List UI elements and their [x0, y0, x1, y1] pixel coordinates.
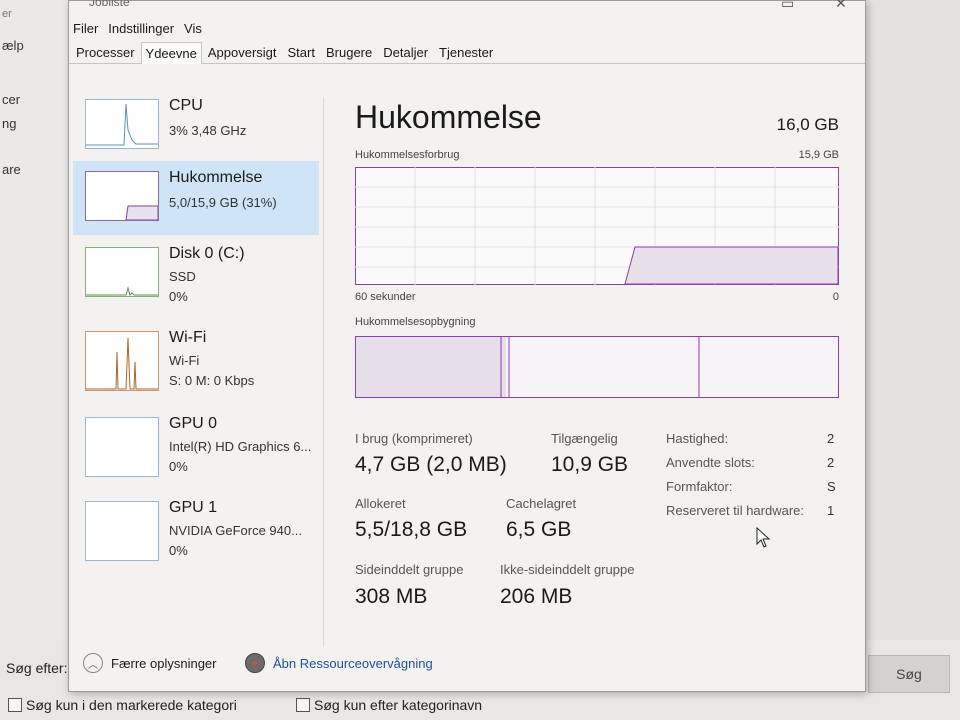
sidebar-item-detail: Wi-Fi	[169, 353, 200, 368]
sidebar-divider	[323, 97, 324, 647]
committed-value: 5,5/18,8 GB	[355, 518, 468, 541]
tab-bar: Processer Ydeevne Appoversigt Start Brug…	[69, 39, 865, 64]
checkbox-label: Søg kun i den markerede kategori	[26, 697, 237, 713]
bg-text-1: er	[2, 8, 12, 20]
checkbox-category-name[interactable]: Søg kun efter kategorinavn	[296, 697, 482, 713]
background-left-panel: er ælp cer ng are	[0, 0, 68, 720]
in-use-value: 4,7 GB (2,0 MB)	[355, 453, 507, 476]
bg-text-2: ælp	[2, 38, 24, 53]
sidebar-item-wifi[interactable]: Wi-Fi Wi-Fi S: 0 M: 0 Kbps	[73, 321, 319, 395]
task-manager-window: Jobliste ▭ ✕ Filer Indstillinger Vis Pro…	[68, 0, 866, 692]
paged-pool-value: 308 MB	[355, 585, 428, 608]
checkbox-marked-category[interactable]: Søg kun i den markerede kategori	[8, 697, 237, 713]
spec-reserved-value: 1	[827, 503, 835, 518]
spec-form-factor-value: S	[827, 479, 836, 494]
search-button[interactable]: Søg	[868, 655, 950, 693]
memory-thumbnail-graph	[85, 171, 159, 221]
close-icon[interactable]: ✕	[835, 0, 847, 12]
paged-pool-label: Sideinddelt gruppe	[355, 562, 464, 577]
sidebar-item-label: CPU	[169, 97, 203, 114]
cpu-thumbnail-graph	[85, 99, 159, 149]
title-bar: Jobliste ▭ ✕	[69, 0, 865, 17]
committed-label: Allokeret	[355, 496, 406, 511]
spec-slots-value: 2	[827, 455, 835, 470]
in-use-label: I brug (komprimeret)	[355, 431, 473, 446]
sidebar-item-cpu[interactable]: CPU 3% 3,48 GHz	[73, 89, 319, 163]
available-value: 10,9 GB	[551, 453, 629, 476]
fewer-details-label: Færre oplysninger	[111, 655, 217, 671]
window-footer: ︿ Færre oplysninger ● Åbn Ressourceoverv…	[69, 651, 865, 685]
sidebar-item-detail: SSD	[169, 269, 196, 284]
tab-details[interactable]: Detaljer	[378, 41, 433, 63]
nonpaged-pool-label: Ikke-sideinddelt gruppe	[500, 562, 635, 577]
spec-form-factor-label: Formfaktor:	[666, 479, 733, 494]
checkbox-box[interactable]	[8, 698, 22, 712]
spec-speed-label: Hastighed:	[666, 431, 729, 446]
sidebar-item-label: Wi-Fi	[169, 329, 207, 346]
fewer-details-button[interactable]: ︿ Færre oplysninger	[83, 653, 217, 673]
sidebar-item-detail: 3% 3,48 GHz	[169, 123, 247, 138]
gpu0-thumbnail-graph	[85, 417, 159, 477]
chevron-up-icon: ︿	[83, 653, 103, 673]
cached-label: Cachelagret	[506, 496, 577, 511]
search-label: Søg efter:	[6, 660, 68, 676]
composition-label: Hukommelsesopbygning	[355, 316, 476, 328]
sidebar-item-label: GPU 1	[169, 499, 218, 516]
tab-services[interactable]: Tjenester	[434, 41, 498, 63]
menu-settings[interactable]: Indstillinger	[108, 21, 174, 36]
cached-value: 6,5 GB	[506, 518, 572, 541]
nonpaged-pool-value: 206 MB	[500, 585, 573, 608]
sidebar-item-detail: Intel(R) HD Graphics 6...	[169, 439, 312, 454]
tab-app-history[interactable]: Appoversigt	[203, 41, 282, 63]
page-title: Hukommelse	[355, 99, 542, 135]
tab-performance[interactable]: Ydeevne	[140, 42, 202, 64]
bg-text-5: are	[2, 162, 21, 177]
total-memory: 16,0 GB	[776, 115, 839, 134]
time-axis-left: 60 sekunder	[355, 291, 416, 303]
bg-text-3: cer	[2, 92, 21, 107]
usage-graph-max: 15,9 GB	[798, 149, 839, 161]
wifi-thumbnail-graph	[85, 331, 159, 391]
menu-bar: Filer Indstillinger Vis	[69, 17, 865, 39]
memory-usage-graph	[355, 167, 839, 285]
checkbox-label: Søg kun efter kategorinavn	[314, 697, 483, 713]
sidebar-item-gpu0[interactable]: GPU 0 Intel(R) HD Graphics 6... 0%	[73, 407, 319, 481]
sidebar-item-memory[interactable]: Hukommelse 5,0/15,9 GB (31%)	[73, 161, 319, 235]
sidebar-item-label: Disk 0 (C:)	[169, 245, 245, 262]
sidebar-item-throughput: S: 0 M: 0 Kbps	[169, 373, 255, 388]
resource-monitor-link[interactable]: ● Åbn Ressourceovervågning	[245, 653, 433, 673]
disk-thumbnail-graph	[85, 247, 159, 297]
mouse-cursor-icon	[756, 527, 771, 548]
checkbox-box[interactable]	[296, 698, 310, 712]
sidebar-item-label: Hukommelse	[169, 169, 263, 186]
bg-text-4: ng	[2, 116, 17, 131]
spec-reserved-label: Reserveret til hardware:	[666, 503, 804, 518]
sidebar-item-usage: 0%	[169, 543, 188, 558]
minimize-icon[interactable]: ▭	[781, 0, 794, 12]
sidebar-item-detail: NVIDIA GeForce 940...	[169, 523, 302, 538]
sidebar-item-gpu1[interactable]: GPU 1 NVIDIA GeForce 940... 0%	[73, 491, 319, 565]
sidebar-item-disk[interactable]: Disk 0 (C:) SSD 0%	[73, 237, 319, 311]
available-label: Tilgængelig	[551, 431, 618, 446]
sidebar-item-usage: 0%	[169, 289, 188, 304]
resource-monitor-label: Åbn Ressourceovervågning	[273, 655, 433, 671]
sidebar-item-detail: 5,0/15,9 GB (31%)	[169, 195, 277, 210]
gpu1-thumbnail-graph	[85, 501, 159, 561]
sidebar-item-usage: 0%	[169, 459, 188, 474]
performance-sidebar: CPU 3% 3,48 GHz Hukommelse 5,0/15,9 GB (…	[73, 89, 319, 637]
usage-graph-label: Hukommelsesforbrug	[355, 149, 460, 161]
menu-view[interactable]: Vis	[184, 21, 202, 36]
spec-speed-value: 2	[827, 431, 835, 446]
time-axis-right: 0	[832, 291, 839, 303]
resource-monitor-icon: ●	[245, 653, 265, 673]
spec-slots-label: Anvendte slots:	[666, 455, 755, 470]
sidebar-item-label: GPU 0	[169, 415, 218, 432]
tab-users[interactable]: Brugere	[321, 41, 377, 63]
window-title: Jobliste	[89, 0, 130, 9]
menu-file[interactable]: Filer	[73, 21, 98, 36]
memory-composition-bar	[355, 336, 839, 398]
tab-processes[interactable]: Processer	[71, 41, 140, 63]
tab-startup[interactable]: Start	[283, 41, 320, 63]
